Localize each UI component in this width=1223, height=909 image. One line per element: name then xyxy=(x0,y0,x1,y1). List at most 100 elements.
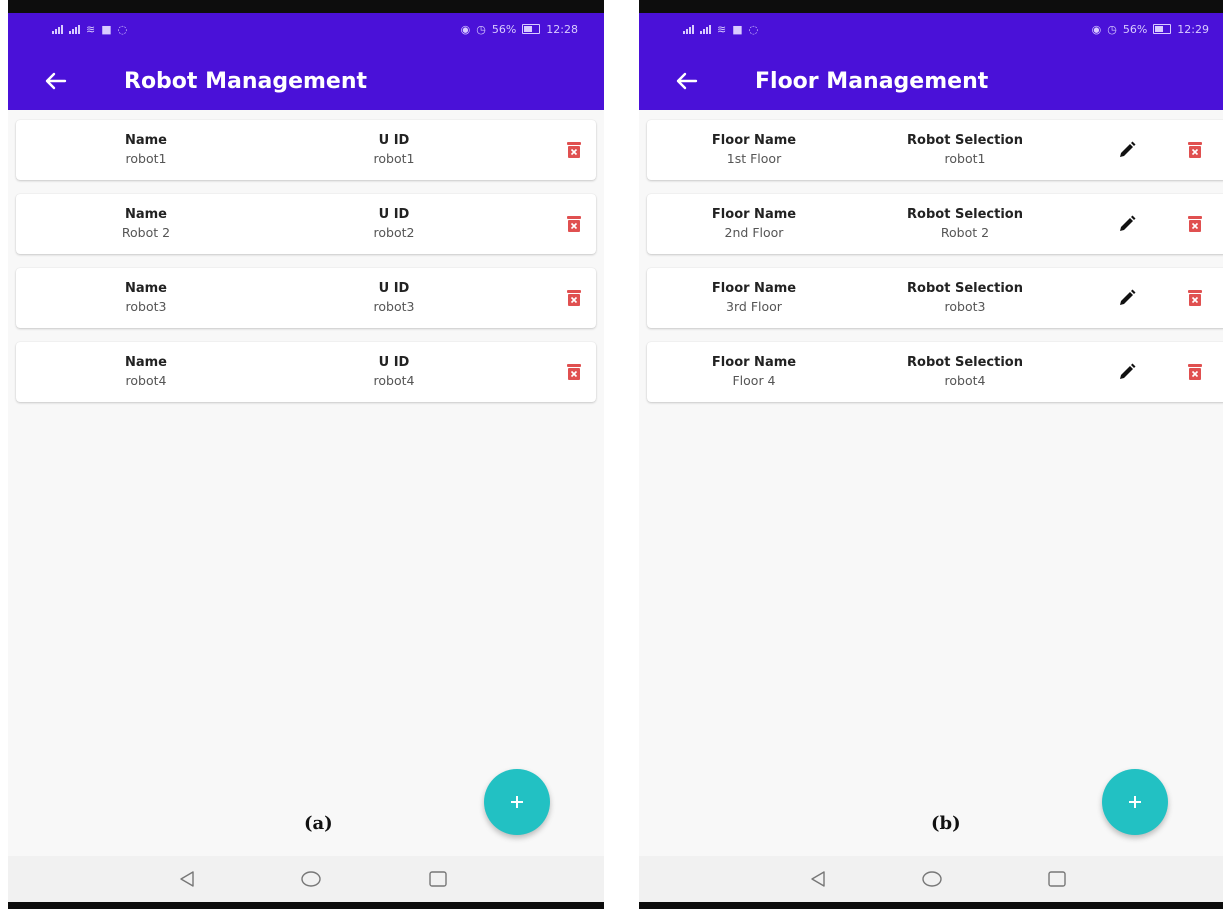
delete-button[interactable] xyxy=(562,360,586,384)
delete-button[interactable] xyxy=(1183,212,1207,236)
edit-button[interactable] xyxy=(1115,360,1139,384)
back-button[interactable] xyxy=(667,61,707,101)
floor-name-column: Floor Name 3rd Floor xyxy=(659,280,849,316)
column-header: Name xyxy=(124,207,167,222)
edit-button[interactable] xyxy=(1115,286,1139,310)
floor-name: 3rd Floor xyxy=(726,299,782,314)
delete-button[interactable] xyxy=(562,212,586,236)
nav-back-button[interactable] xyxy=(173,866,201,892)
delete-button[interactable] xyxy=(1183,360,1207,384)
triangle-back-icon xyxy=(811,871,825,887)
add-floor-button[interactable] xyxy=(1102,769,1168,835)
delete-button[interactable] xyxy=(1183,286,1207,310)
trash-icon xyxy=(1188,290,1202,306)
floor-list: Floor Name 1st Floor Robot Selection rob… xyxy=(647,120,1223,416)
battery-icon xyxy=(1153,24,1172,34)
android-nav-bar xyxy=(8,856,604,902)
column-header: Name xyxy=(124,133,167,148)
square-recents-icon xyxy=(429,871,447,887)
name-column: Name robot3 xyxy=(51,280,241,316)
floor-name: 1st Floor xyxy=(726,151,782,166)
phone-screen-robot-management: ≋ ■ ◌ ◉ ◷ 56% 12:28 Robot Management Nam… xyxy=(8,0,604,909)
robot-uid: robot1 xyxy=(373,151,415,166)
robot-selection-column: Robot Selection robot3 xyxy=(865,280,1065,316)
uid-column: U ID robot3 xyxy=(299,280,489,316)
back-button[interactable] xyxy=(36,61,76,101)
robot-name: Robot 2 xyxy=(121,225,171,240)
column-header: U ID xyxy=(378,355,410,370)
delete-button[interactable] xyxy=(562,138,586,162)
signal-icon-2 xyxy=(69,24,80,34)
clock: 12:29 xyxy=(1177,22,1209,36)
panel-caption: (b) xyxy=(931,813,961,834)
pencil-icon xyxy=(1120,289,1136,305)
selected-robot: robot3 xyxy=(944,299,986,314)
floor-name: Floor 4 xyxy=(732,373,776,388)
name-column: Name Robot 2 xyxy=(51,206,241,242)
status-icons-left: ≋ ■ ◌ xyxy=(52,24,127,35)
alarm-icon: ◷ xyxy=(1107,22,1117,36)
column-header: U ID xyxy=(378,207,410,222)
list-item[interactable]: Floor Name 2nd Floor Robot Selection Rob… xyxy=(647,194,1223,254)
column-header: U ID xyxy=(378,133,410,148)
edit-button[interactable] xyxy=(1115,212,1139,236)
list-item[interactable]: Floor Name 1st Floor Robot Selection rob… xyxy=(647,120,1223,180)
selected-robot: robot1 xyxy=(944,151,986,166)
nav-recents-button[interactable] xyxy=(424,866,452,892)
nav-home-button[interactable] xyxy=(918,866,946,892)
robot-name: robot4 xyxy=(125,373,167,388)
eye-icon: ◉ xyxy=(1091,22,1102,36)
add-robot-button[interactable] xyxy=(484,769,550,835)
clock: 12:28 xyxy=(546,22,578,36)
whatsapp-icon: ◌ xyxy=(117,22,128,36)
status-icons-left: ≋ ■ ◌ xyxy=(683,24,758,35)
column-header: Robot Selection xyxy=(907,355,1023,370)
alarm-icon: ◷ xyxy=(476,22,486,36)
nav-back-button[interactable] xyxy=(804,866,832,892)
name-column: Name robot4 xyxy=(51,354,241,390)
figure: ≋ ■ ◌ ◉ ◷ 56% 12:28 Robot Management Nam… xyxy=(0,0,1223,909)
status-icons-right: ◉ ◷ 56% 12:28 xyxy=(461,23,578,36)
trash-icon xyxy=(567,142,581,158)
nav-recents-button[interactable] xyxy=(1043,866,1071,892)
robot-name: robot1 xyxy=(125,151,167,166)
signal-icon xyxy=(683,24,694,34)
uid-column: U ID robot4 xyxy=(299,354,489,390)
screen-top-edge xyxy=(639,0,1223,13)
floor-name: 2nd Floor xyxy=(724,225,784,240)
list-item[interactable]: Name robot3 U ID robot3 xyxy=(16,268,596,328)
column-header: Floor Name xyxy=(711,207,797,222)
circle-home-icon xyxy=(922,871,942,887)
trash-icon xyxy=(567,290,581,306)
whatsapp-icon: ◌ xyxy=(748,22,759,36)
status-bar: ≋ ■ ◌ ◉ ◷ 56% 12:29 xyxy=(639,13,1223,45)
phone-screen-floor-management: ≋ ■ ◌ ◉ ◷ 56% 12:29 Floor Management Flo… xyxy=(639,0,1223,909)
page-title: Robot Management xyxy=(124,68,368,94)
robot-list: Name robot1 U ID robot1 Name Robot 2 U I… xyxy=(16,120,596,416)
wifi-icon: ≋ xyxy=(717,22,727,36)
signal-icon-2 xyxy=(700,24,711,34)
column-header: Robot Selection xyxy=(907,207,1023,222)
trash-icon xyxy=(567,364,581,380)
trash-icon xyxy=(1188,142,1202,158)
column-header: Floor Name xyxy=(711,355,797,370)
list-item[interactable]: Name robot1 U ID robot1 xyxy=(16,120,596,180)
page-title: Floor Management xyxy=(755,68,989,94)
battery-percent: 56% xyxy=(1122,22,1148,36)
column-header: Name xyxy=(124,281,167,296)
android-nav-bar xyxy=(639,856,1223,902)
list-item[interactable]: Name robot4 U ID robot4 xyxy=(16,342,596,402)
title-bar: Floor Management xyxy=(639,55,1223,107)
list-item[interactable]: Name Robot 2 U ID robot2 xyxy=(16,194,596,254)
delete-button[interactable] xyxy=(1183,138,1207,162)
edit-button[interactable] xyxy=(1115,138,1139,162)
plus-icon xyxy=(1129,796,1141,808)
delete-button[interactable] xyxy=(562,286,586,310)
robot-selection-column: Robot Selection Robot 2 xyxy=(865,206,1065,242)
plus-icon xyxy=(511,796,523,808)
signal-icon xyxy=(52,24,63,34)
list-item[interactable]: Floor Name 3rd Floor Robot Selection rob… xyxy=(647,268,1223,328)
nav-home-button[interactable] xyxy=(297,866,325,892)
column-header: U ID xyxy=(378,281,410,296)
list-item[interactable]: Floor Name Floor 4 Robot Selection robot… xyxy=(647,342,1223,402)
